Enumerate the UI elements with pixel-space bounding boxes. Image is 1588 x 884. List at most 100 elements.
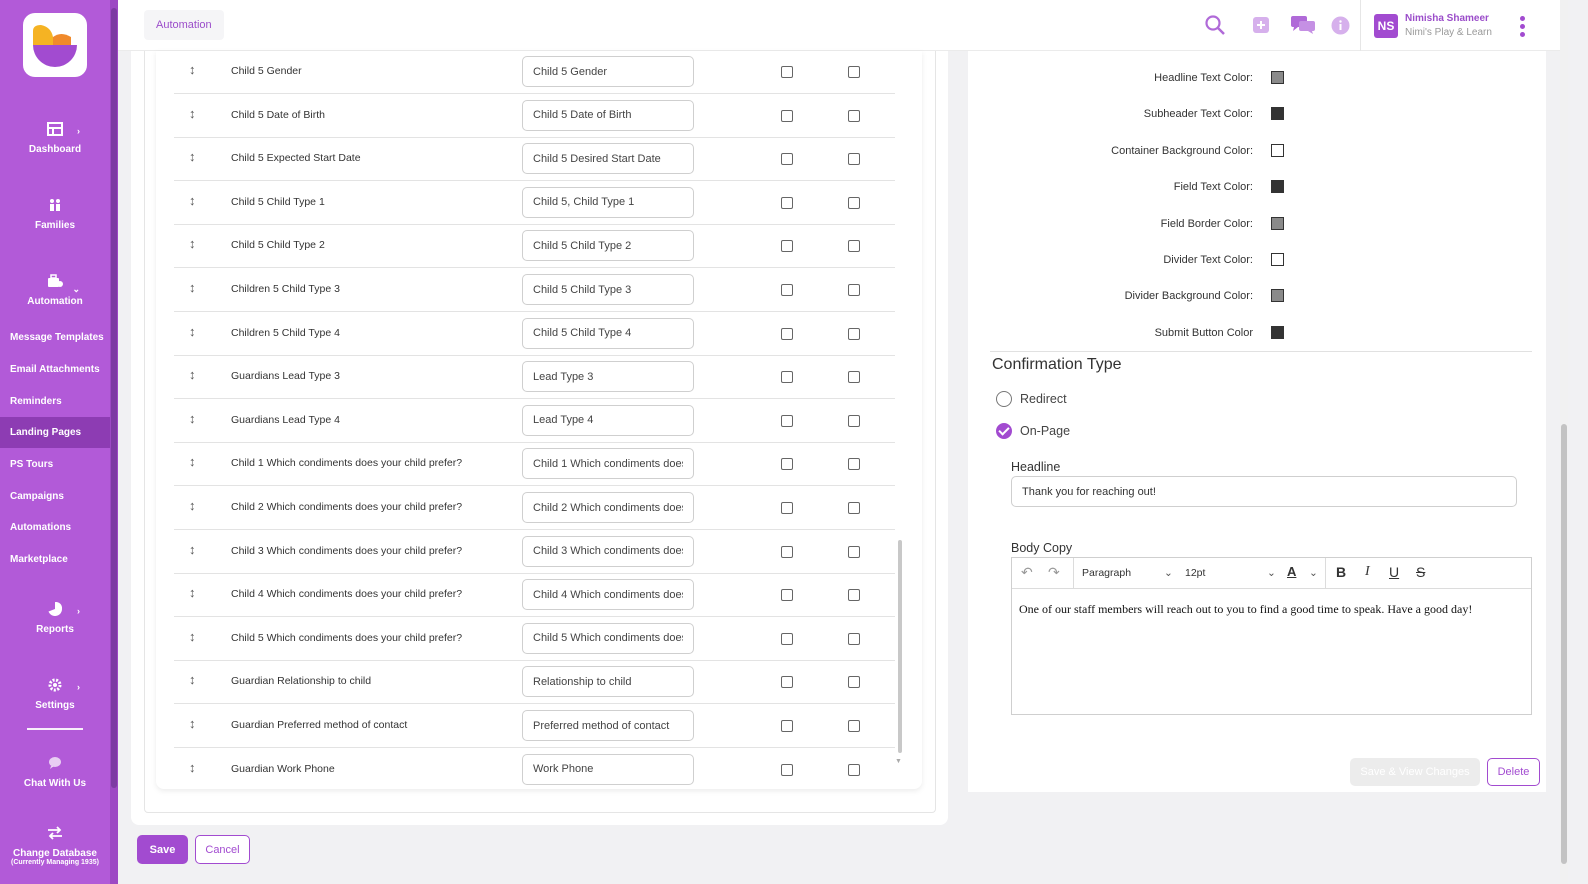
field-checkbox-2[interactable] [848, 720, 860, 732]
field-checkbox-1[interactable] [781, 545, 793, 558]
breadcrumb[interactable]: Automation [144, 10, 224, 40]
field-checkbox-1[interactable] [781, 414, 793, 427]
field-display-name-input[interactable] [522, 317, 694, 349]
field-checkbox-1[interactable] [781, 763, 793, 776]
drag-handle-icon[interactable]: ↕ [189, 760, 196, 775]
color-swatch[interactable] [1271, 325, 1284, 339]
nav-chat[interactable]: Chat With Us [0, 756, 110, 789]
search-icon[interactable] [1204, 14, 1226, 36]
table-scrollbar[interactable] [898, 540, 902, 753]
scroll-down-arrow-icon[interactable]: ▼ [895, 758, 902, 765]
undo-icon[interactable]: ↶ [1021, 564, 1033, 581]
headline-input[interactable] [1011, 476, 1517, 507]
field-checkbox-1[interactable] [781, 66, 793, 78]
drag-handle-icon[interactable]: ↕ [189, 454, 196, 469]
save-view-changes-button[interactable]: Save & View Changes [1350, 758, 1480, 786]
color-swatch[interactable] [1271, 216, 1284, 230]
nav-automation[interactable]: Automation ⌄ [0, 274, 110, 307]
drag-handle-icon[interactable]: ↕ [189, 193, 196, 208]
field-checkbox-2[interactable] [848, 502, 860, 514]
nav-dashboard[interactable]: Dashboard › [0, 122, 110, 155]
delete-button[interactable]: Delete [1487, 758, 1540, 786]
sidebar-item-email-attachments[interactable]: Email Attachments [0, 354, 110, 385]
color-swatch[interactable] [1271, 107, 1284, 121]
text-color-icon[interactable]: A [1287, 564, 1296, 579]
field-checkbox-1[interactable] [781, 327, 793, 340]
drag-handle-icon[interactable]: ↕ [189, 149, 196, 164]
sidebar-item-landing-pages[interactable]: Landing Pages [0, 417, 110, 448]
field-checkbox-2[interactable] [848, 284, 860, 296]
field-display-name-input[interactable] [522, 56, 694, 87]
user-name[interactable]: Nimisha Shameer [1405, 13, 1489, 24]
field-checkbox-1[interactable] [781, 240, 793, 253]
avatar[interactable]: NS [1374, 14, 1398, 38]
field-checkbox-2[interactable] [848, 458, 860, 471]
sidebar-item-ps-tours[interactable]: PS Tours [0, 449, 110, 480]
drag-handle-icon[interactable]: ↕ [189, 629, 196, 644]
field-display-name-input[interactable] [522, 361, 694, 393]
body-copy-editor[interactable]: ↶ ↷ Paragraph ⌄ 12pt ⌄ A ⌄ B I U S One o… [1011, 557, 1532, 715]
drag-handle-icon[interactable]: ↕ [189, 498, 196, 513]
field-checkbox-1[interactable] [781, 720, 793, 732]
chevron-down-icon[interactable]: ⌄ [1267, 567, 1276, 579]
chevron-down-icon[interactable]: ⌄ [1164, 567, 1173, 579]
color-swatch[interactable] [1271, 289, 1284, 303]
field-display-name-input[interactable] [522, 230, 694, 262]
field-checkbox-1[interactable] [781, 676, 793, 689]
font-size-select[interactable]: 12pt [1185, 567, 1205, 579]
drag-handle-icon[interactable]: ↕ [189, 324, 196, 339]
drag-handle-icon[interactable]: ↕ [189, 716, 196, 731]
field-checkbox-2[interactable] [848, 327, 860, 340]
nav-settings[interactable]: Settings › [0, 678, 110, 711]
color-swatch[interactable] [1271, 253, 1284, 266]
sidebar-item-reminders[interactable]: Reminders [0, 386, 110, 417]
add-icon[interactable] [1252, 16, 1270, 34]
color-swatch[interactable] [1271, 71, 1284, 84]
page-scrollbar[interactable] [1560, 0, 1568, 884]
radio-redirect[interactable] [996, 391, 1012, 407]
field-checkbox-2[interactable] [848, 240, 860, 253]
field-checkbox-1[interactable] [781, 458, 793, 471]
drag-handle-icon[interactable]: ↕ [189, 280, 196, 295]
sidebar-item-automations[interactable]: Automations [0, 512, 110, 543]
field-checkbox-1[interactable] [781, 196, 793, 209]
color-swatch[interactable] [1271, 180, 1284, 194]
nav-reports[interactable]: Reports › [0, 602, 110, 635]
field-display-name-input[interactable] [522, 492, 694, 523]
field-checkbox-2[interactable] [848, 109, 860, 122]
field-checkbox-1[interactable] [781, 109, 793, 122]
app-logo[interactable] [23, 13, 87, 77]
field-display-name-input[interactable] [522, 753, 694, 785]
radio-redirect-label[interactable]: Redirect [1020, 392, 1067, 406]
field-checkbox-2[interactable] [848, 589, 860, 602]
bold-icon[interactable]: B [1336, 564, 1346, 580]
sidebar-scrollbar[interactable] [110, 0, 118, 884]
field-display-name-input[interactable] [522, 99, 694, 131]
drag-handle-icon[interactable]: ↕ [189, 542, 196, 557]
radio-on-page[interactable] [996, 423, 1012, 439]
messages-icon[interactable] [1290, 15, 1316, 35]
field-checkbox-2[interactable] [848, 66, 860, 78]
color-swatch[interactable] [1271, 143, 1284, 157]
field-display-name-input[interactable] [522, 535, 694, 567]
chevron-down-icon[interactable]: ⌄ [1309, 567, 1318, 579]
nav-change-database[interactable]: Change Database (Currently Managing 1935… [0, 826, 110, 866]
field-display-name-input[interactable] [522, 666, 694, 698]
field-display-name-input[interactable] [522, 579, 694, 611]
field-checkbox-1[interactable] [781, 371, 793, 384]
field-checkbox-2[interactable] [848, 196, 860, 209]
drag-handle-icon[interactable]: ↕ [189, 62, 196, 77]
underline-icon[interactable]: U [1389, 564, 1399, 580]
sidebar-item-campaigns[interactable]: Campaigns [0, 481, 110, 512]
field-checkbox-1[interactable] [781, 284, 793, 296]
drag-handle-icon[interactable]: ↕ [189, 367, 196, 382]
field-display-name-input[interactable] [522, 710, 694, 741]
field-checkbox-2[interactable] [848, 632, 860, 645]
drag-handle-icon[interactable]: ↕ [189, 236, 196, 251]
drag-handle-icon[interactable]: ↕ [189, 106, 196, 121]
strikethrough-icon[interactable]: S [1416, 564, 1425, 580]
field-checkbox-1[interactable] [781, 502, 793, 514]
field-checkbox-1[interactable] [781, 589, 793, 602]
field-checkbox-2[interactable] [848, 414, 860, 427]
field-display-name-input[interactable] [522, 186, 694, 218]
